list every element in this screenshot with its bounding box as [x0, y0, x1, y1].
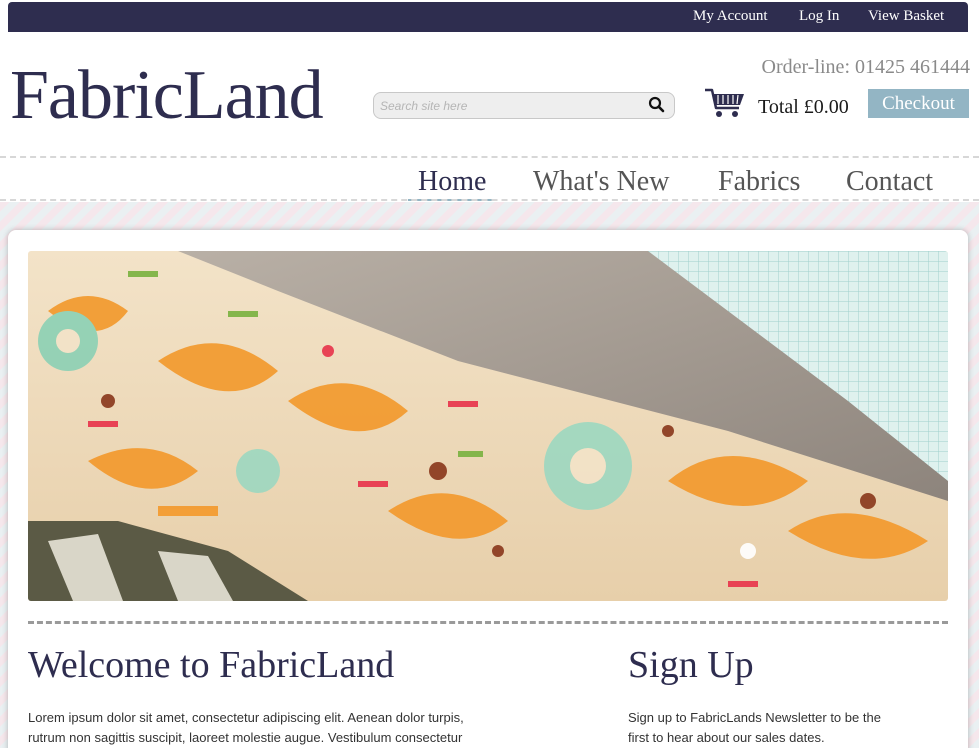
welcome-text-line: rutrum non sagittis suscipit, laoreet mo… — [28, 730, 463, 745]
basket-total: Total £0.00 — [758, 96, 849, 118]
shopping-cart-icon[interactable] — [704, 86, 746, 120]
nav-item-home[interactable]: Home — [408, 166, 497, 201]
view-basket-link[interactable]: View Basket — [868, 8, 944, 25]
signup-heading: Sign Up — [628, 644, 754, 686]
search-icon[interactable] — [648, 96, 666, 114]
nav-divider-bottom — [0, 199, 979, 201]
search-input[interactable] — [380, 97, 640, 115]
hero-fabric-image — [28, 251, 948, 601]
welcome-text: Lorem ipsum dolor sit amet, consectetur … — [28, 708, 588, 748]
top-bar: My Account Log In View Basket — [8, 2, 968, 32]
my-account-link[interactable]: My Account — [693, 8, 768, 25]
checkout-button[interactable]: Checkout — [868, 89, 969, 118]
signup-text-line: Sign up to FabricLands Newsletter to be … — [628, 710, 881, 725]
nav-item-whats-new[interactable]: What's New — [533, 166, 669, 198]
welcome-heading: Welcome to FabricLand — [28, 644, 395, 686]
content-divider — [28, 621, 948, 624]
nav-item-fabrics[interactable]: Fabrics — [718, 166, 800, 198]
nav-item-contact[interactable]: Contact — [846, 166, 933, 198]
nav-divider-top — [0, 156, 979, 158]
signup-text: Sign up to FabricLands Newsletter to be … — [628, 708, 948, 748]
signup-text-line: first to hear about our sales dates. — [628, 730, 825, 745]
welcome-text-line: Lorem ipsum dolor sit amet, consectetur … — [28, 710, 464, 725]
log-in-link[interactable]: Log In — [799, 8, 839, 25]
order-line-phone: Order-line: 01425 461444 — [761, 56, 970, 78]
site-logo[interactable]: FabricLand — [10, 56, 324, 136]
search-box — [373, 92, 675, 119]
